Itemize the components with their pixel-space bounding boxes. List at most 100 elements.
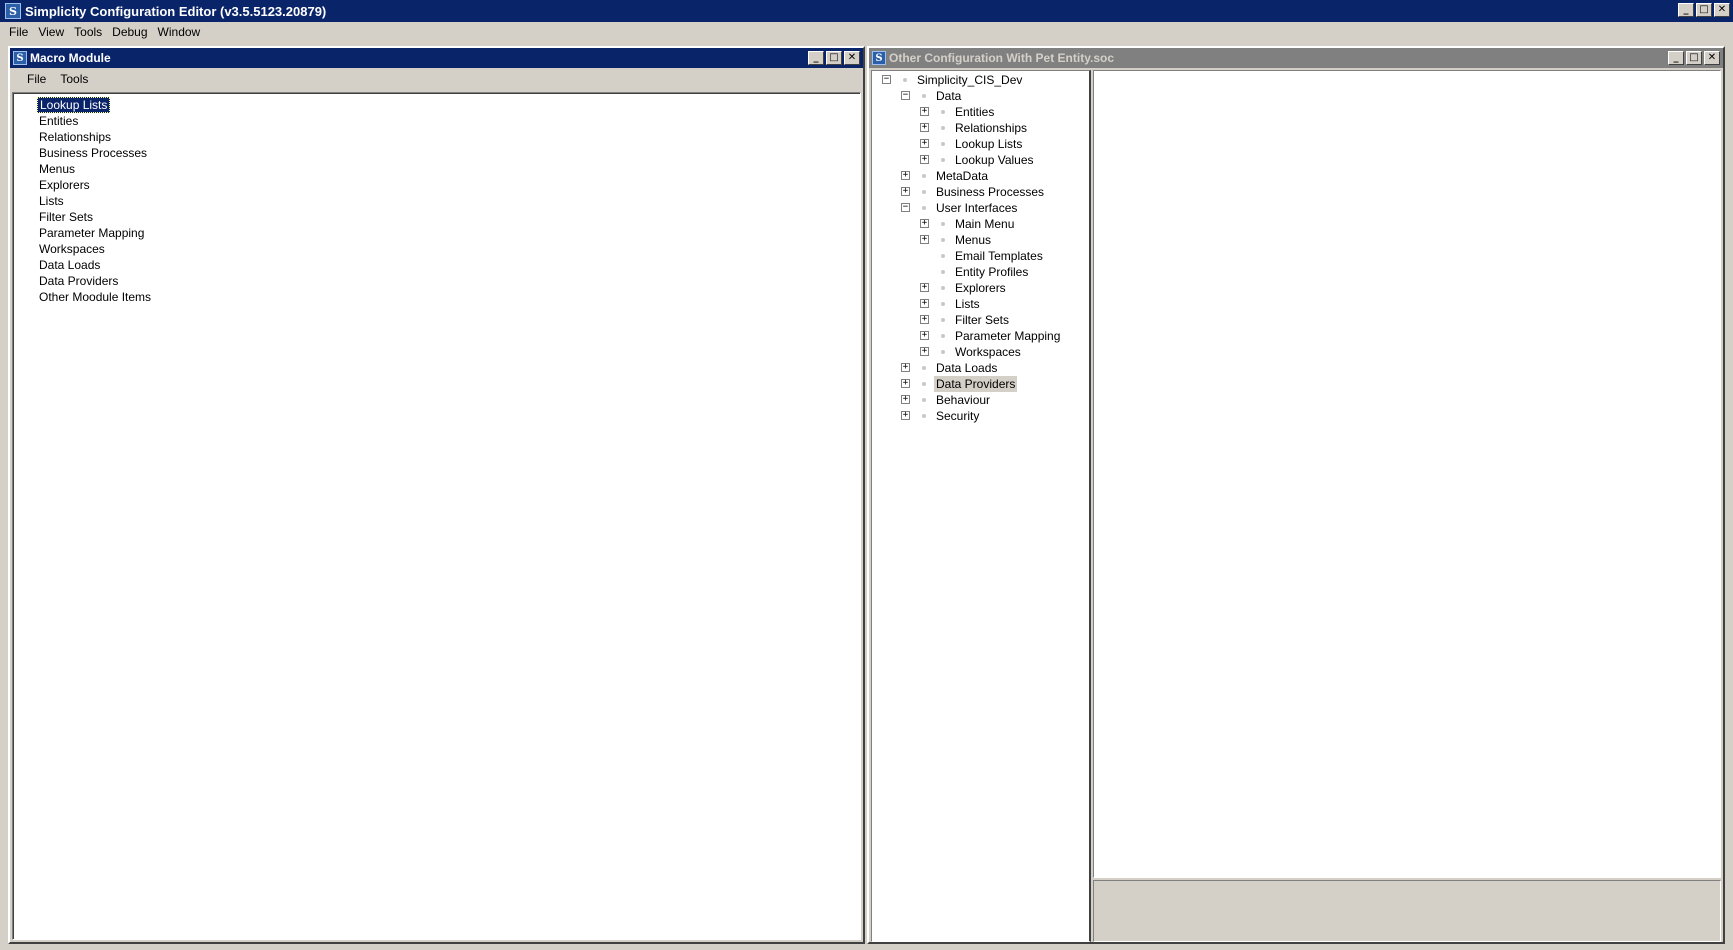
tree-node[interactable]: Security xyxy=(934,408,981,424)
tree-node[interactable]: Parameter Mapping xyxy=(953,328,1062,344)
tree-node-icon xyxy=(922,190,926,194)
expand-icon[interactable]: + xyxy=(901,171,910,180)
configuration-title: Other Configuration With Pet Entity.soc xyxy=(889,51,1114,65)
expand-icon[interactable]: + xyxy=(901,187,910,196)
expand-icon[interactable]: + xyxy=(920,331,929,340)
maximize-button[interactable]: □ xyxy=(1696,3,1712,17)
maximize-button[interactable]: □ xyxy=(826,51,842,65)
menu-view[interactable]: View xyxy=(33,25,69,39)
expand-icon[interactable]: + xyxy=(920,107,929,116)
tree-node-icon xyxy=(941,318,945,322)
expand-icon[interactable]: + xyxy=(920,315,929,324)
expand-icon[interactable]: + xyxy=(901,379,910,388)
menu-window[interactable]: Window xyxy=(153,25,206,39)
expand-icon[interactable]: + xyxy=(920,299,929,308)
list-item[interactable]: Relationships xyxy=(37,129,113,145)
tree-node-icon xyxy=(941,334,945,338)
maximize-button[interactable]: □ xyxy=(1686,51,1702,65)
list-item[interactable]: Lists xyxy=(37,193,66,209)
close-button[interactable]: ✕ xyxy=(844,51,860,65)
tree-node-icon xyxy=(922,382,926,386)
main-menubar: File View Tools Debug Window xyxy=(0,22,1733,42)
tree-node[interactable]: Simplicity_CIS_Dev xyxy=(915,72,1024,88)
macro-menu-file[interactable]: File xyxy=(20,72,53,86)
macro-module-window: S Macro Module _ □ ✕ File Tools Lookup L… xyxy=(8,46,865,944)
list-item[interactable]: Business Processes xyxy=(37,145,149,161)
tree-node-icon xyxy=(941,286,945,290)
tree-node-icon xyxy=(922,206,926,210)
macro-module-titlebar[interactable]: S Macro Module _ □ ✕ xyxy=(10,48,863,68)
tree-node[interactable]: Lists xyxy=(953,296,982,312)
menu-debug[interactable]: Debug xyxy=(107,25,152,39)
expand-icon[interactable]: + xyxy=(920,155,929,164)
tree-node[interactable]: Business Processes xyxy=(934,184,1046,200)
list-item[interactable]: Filter Sets xyxy=(37,209,95,225)
close-button[interactable]: ✕ xyxy=(1704,51,1720,65)
minimize-button[interactable]: _ xyxy=(1678,3,1694,17)
expand-icon[interactable]: + xyxy=(920,139,929,148)
tree-node[interactable]: Email Templates xyxy=(953,248,1045,264)
list-item[interactable]: Menus xyxy=(37,161,77,177)
tree-node[interactable]: Entities xyxy=(953,104,996,120)
expand-icon[interactable]: + xyxy=(920,283,929,292)
tree-node-icon xyxy=(941,238,945,242)
expand-icon[interactable]: + xyxy=(901,363,910,372)
collapse-icon[interactable]: − xyxy=(901,91,910,100)
tree-node-icon xyxy=(941,158,945,162)
menu-file[interactable]: File xyxy=(4,25,33,39)
tree-node[interactable]: Data xyxy=(934,88,963,104)
expand-icon[interactable]: + xyxy=(920,235,929,244)
detail-pane[interactable] xyxy=(1093,70,1721,878)
tree-node-icon xyxy=(941,110,945,114)
tree-node[interactable]: MetaData xyxy=(934,168,990,184)
minimize-button[interactable]: _ xyxy=(1668,51,1684,65)
app-titlebar[interactable]: S Simplicity Configuration Editor (v3.5.… xyxy=(0,0,1733,22)
tree-node[interactable]: Explorers xyxy=(953,280,1008,296)
tree-node[interactable]: Relationships xyxy=(953,120,1029,136)
expand-icon[interactable]: + xyxy=(920,123,929,132)
tree-node[interactable]: Data Loads xyxy=(934,360,999,376)
tree-node[interactable]: Entity Profiles xyxy=(953,264,1030,280)
tree-node-icon xyxy=(922,414,926,418)
app-window-controls: _ □ ✕ xyxy=(1678,3,1730,17)
tree-node[interactable]: Lookup Lists xyxy=(953,136,1024,152)
window-logo-icon: S xyxy=(872,51,886,65)
list-item[interactable]: Entities xyxy=(37,113,80,129)
configuration-tree[interactable]: − Simplicity_CIS_Dev − Data + Entities + Relati… xyxy=(871,70,1091,942)
macro-window-controls: _ □ ✕ xyxy=(808,51,860,65)
detail-footer-panel xyxy=(1093,880,1721,942)
list-item[interactable]: Data Loads xyxy=(37,257,102,273)
expand-icon[interactable]: + xyxy=(920,347,929,356)
tree-node[interactable]: Workspaces xyxy=(953,344,1023,360)
list-item[interactable]: Data Providers xyxy=(37,273,120,289)
macro-menu-tools[interactable]: Tools xyxy=(53,72,95,86)
collapse-icon[interactable]: − xyxy=(882,75,891,84)
macro-item-list[interactable]: Lookup Lists Entities Relationships Busines… xyxy=(12,92,861,940)
expand-icon[interactable]: + xyxy=(920,219,929,228)
tree-node-icon xyxy=(941,222,945,226)
collapse-icon[interactable]: − xyxy=(901,203,910,212)
tree-node[interactable]: Filter Sets xyxy=(953,312,1011,328)
tree-node-icon xyxy=(922,366,926,370)
minimize-button[interactable]: _ xyxy=(808,51,824,65)
list-item[interactable]: Other Moodule Items xyxy=(37,289,153,305)
expand-icon[interactable]: + xyxy=(901,395,910,404)
menu-tools[interactable]: Tools xyxy=(69,25,107,39)
tree-node[interactable]: Main Menu xyxy=(953,216,1016,232)
list-item[interactable]: Lookup Lists xyxy=(37,97,111,113)
tree-node[interactable]: Lookup Values xyxy=(953,152,1036,168)
app-logo-icon: S xyxy=(5,3,21,19)
tree-node-icon xyxy=(903,78,907,82)
tree-node[interactable]: Data Providers xyxy=(934,376,1018,392)
tree-node[interactable]: Behaviour xyxy=(934,392,992,408)
tree-node[interactable]: Menus xyxy=(953,232,993,248)
list-item[interactable]: Parameter Mapping xyxy=(37,225,146,241)
tree-node-icon xyxy=(922,174,926,178)
close-button[interactable]: ✕ xyxy=(1714,3,1730,17)
configuration-titlebar[interactable]: S Other Configuration With Pet Entity.so… xyxy=(869,48,1723,68)
tree-node[interactable]: User Interfaces xyxy=(934,200,1019,216)
config-window-controls: _ □ ✕ xyxy=(1668,51,1720,65)
list-item[interactable]: Explorers xyxy=(37,177,92,193)
list-item[interactable]: Workspaces xyxy=(37,241,107,257)
expand-icon[interactable]: + xyxy=(901,411,910,420)
